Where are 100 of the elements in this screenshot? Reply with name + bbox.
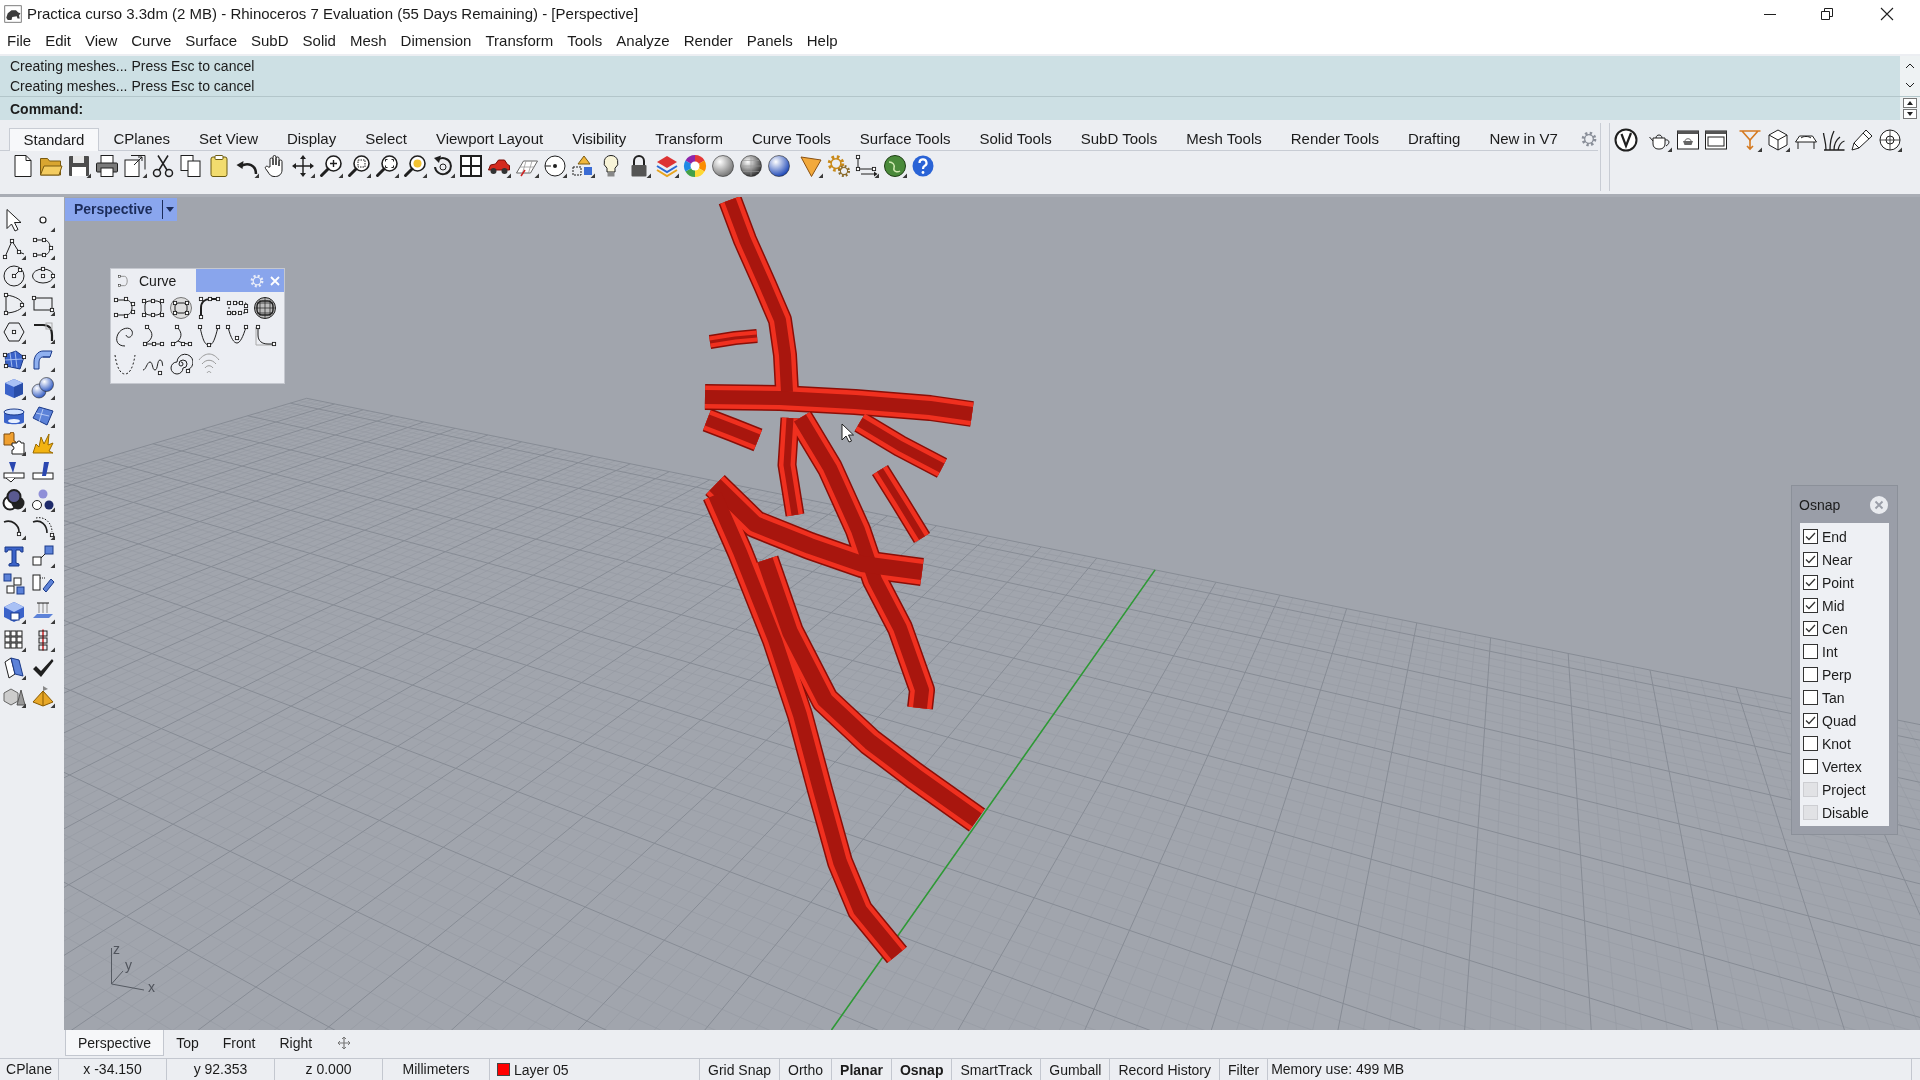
settings-icon[interactable] — [1581, 131, 1597, 147]
four-viewports-icon[interactable] — [459, 154, 483, 178]
layer-label[interactable]: Layer 05 — [514, 1059, 569, 1080]
circle-icon[interactable] — [2, 264, 26, 288]
status-toggle[interactable]: Filter — [1220, 1059, 1269, 1080]
menu-item[interactable]: Surface — [178, 31, 244, 51]
checkbox[interactable] — [1803, 552, 1818, 567]
grass-icon[interactable] — [1822, 128, 1846, 152]
pencil-icon[interactable] — [1850, 128, 1874, 152]
sphere-icon[interactable] — [767, 154, 791, 178]
puzzle-pieces-icon[interactable] — [2, 432, 26, 456]
osnap-option-label[interactable]: Perp — [1822, 665, 1852, 684]
chevron-down-icon[interactable] — [1905, 82, 1915, 88]
checkbox[interactable] — [1803, 529, 1818, 544]
viewport-title[interactable]: Perspective — [65, 198, 162, 221]
menu-item[interactable]: View — [78, 31, 125, 51]
toolbar-tab[interactable]: SubD Tools — [1066, 127, 1172, 150]
bent-surface-icon[interactable] — [31, 348, 55, 372]
spheres-icon[interactable] — [31, 376, 55, 400]
toolbar-tab[interactable]: Transform — [640, 127, 738, 150]
toolbar-tab[interactable]: Solid Tools — [964, 127, 1067, 150]
color-wheel-icon[interactable] — [683, 154, 707, 178]
toolbar-tab[interactable]: Mesh Tools — [1171, 127, 1277, 150]
move-arrows-icon[interactable] — [291, 154, 315, 178]
gears-icon[interactable] — [827, 154, 851, 178]
checkbox[interactable] — [1803, 598, 1818, 613]
checkbox[interactable] — [1803, 713, 1818, 728]
checkbox[interactable] — [1803, 736, 1818, 751]
osnap-option-label[interactable]: Tan — [1822, 688, 1845, 707]
viewport-tab[interactable]: Front — [210, 1030, 268, 1056]
explosion-icon[interactable] — [31, 432, 55, 456]
plus-icon[interactable] — [337, 1036, 352, 1050]
menu-item[interactable]: SubD — [244, 31, 296, 51]
osnap-option-label[interactable]: Vertex — [1822, 757, 1862, 776]
osnap-option-label[interactable]: Int — [1822, 642, 1838, 661]
wavy-surface-icon[interactable] — [31, 404, 55, 428]
three-circles-icon[interactable] — [31, 488, 55, 512]
checkbox[interactable] — [1803, 667, 1818, 682]
spiral-icon[interactable] — [169, 352, 193, 376]
menu-item[interactable]: Render — [676, 31, 740, 51]
ellipse-icon[interactable] — [31, 264, 55, 288]
menu-item[interactable]: Transform — [478, 31, 561, 51]
menu-item[interactable]: Curve — [124, 31, 179, 51]
copy-icon[interactable] — [179, 154, 203, 178]
zoom-extents-icon[interactable] — [375, 154, 399, 178]
osnap-option-label[interactable]: Point — [1822, 573, 1854, 592]
rotate-view-icon[interactable] — [431, 154, 455, 178]
panel-tab[interactable]: Curve — [111, 269, 196, 292]
menu-item[interactable]: Help — [799, 31, 845, 51]
menu-item[interactable]: Solid — [295, 31, 343, 51]
osnap-option-label[interactable]: Knot — [1822, 734, 1851, 753]
toolbar-tab[interactable]: Visibility — [557, 127, 641, 150]
surface-patch-icon[interactable] — [2, 348, 26, 372]
status-toggle[interactable]: Planar — [832, 1059, 892, 1080]
new-document-icon[interactable] — [11, 154, 35, 178]
help-icon[interactable] — [911, 154, 935, 178]
toolbar-tab[interactable]: Surface Tools — [845, 127, 965, 150]
osnap-option-label[interactable]: Mid — [1822, 596, 1845, 615]
circle-point-icon[interactable] — [543, 154, 567, 178]
close-icon[interactable] — [1880, 7, 1894, 21]
zoom-window-icon[interactable] — [347, 154, 371, 178]
cone-icon[interactable] — [799, 154, 823, 178]
toolbar-tab[interactable]: Render Tools — [1276, 127, 1394, 150]
menu-item[interactable]: File — [0, 31, 39, 51]
status-toggle[interactable]: Grid Snap — [700, 1059, 781, 1080]
status-toggle[interactable]: Gumball — [1041, 1059, 1111, 1080]
minimize-icon[interactable] — [1764, 13, 1776, 15]
printer-icon[interactable] — [95, 154, 119, 178]
page-copy-icon[interactable] — [123, 154, 147, 178]
toolbar-tab[interactable]: Drafting — [1393, 127, 1475, 150]
checkbox[interactable] — [1803, 690, 1818, 705]
control-point-curve-icon[interactable] — [31, 236, 55, 260]
toolbar-tab[interactable]: Viewport Layout — [421, 127, 558, 150]
checkbox[interactable] — [1803, 644, 1818, 659]
fillet-curve-icon[interactable] — [31, 320, 55, 344]
toolbar-tab[interactable]: CPlanes — [98, 127, 185, 150]
menu-item[interactable]: Dimension — [393, 31, 479, 51]
zoom-in-icon[interactable] — [319, 154, 343, 178]
toolbar-tab[interactable]: Curve Tools — [737, 127, 846, 150]
sphere-grid-icon[interactable] — [253, 296, 277, 320]
projection-icon[interactable] — [31, 600, 55, 624]
v-curve-points-icon[interactable] — [197, 324, 221, 348]
status-toggle[interactable]: SmartTrack — [952, 1059, 1042, 1080]
mesh-sphere-icon[interactable] — [739, 154, 763, 178]
shapes-icon[interactable] — [571, 154, 595, 178]
toolbar-tab[interactable]: Standard — [9, 128, 99, 151]
menu-item[interactable]: Tools — [560, 31, 610, 51]
circle-points-icon[interactable] — [169, 296, 193, 320]
trim-icon[interactable] — [2, 460, 26, 484]
render-window-icon[interactable] — [1676, 128, 1700, 152]
layer-stack-icon[interactable] — [655, 154, 679, 178]
hexagon-icon[interactable] — [2, 320, 26, 344]
open-curve-points-icon[interactable] — [113, 296, 137, 320]
menu-item[interactable]: Panels — [739, 31, 800, 51]
dashed-curve-icon[interactable] — [113, 352, 137, 376]
spin-up-icon[interactable] — [1903, 98, 1917, 108]
boolean-circles-icon[interactable] — [2, 488, 26, 512]
menu-item[interactable]: Mesh — [342, 31, 394, 51]
spin-down-icon[interactable] — [1903, 109, 1917, 119]
v-logo-icon[interactable] — [1614, 128, 1638, 152]
